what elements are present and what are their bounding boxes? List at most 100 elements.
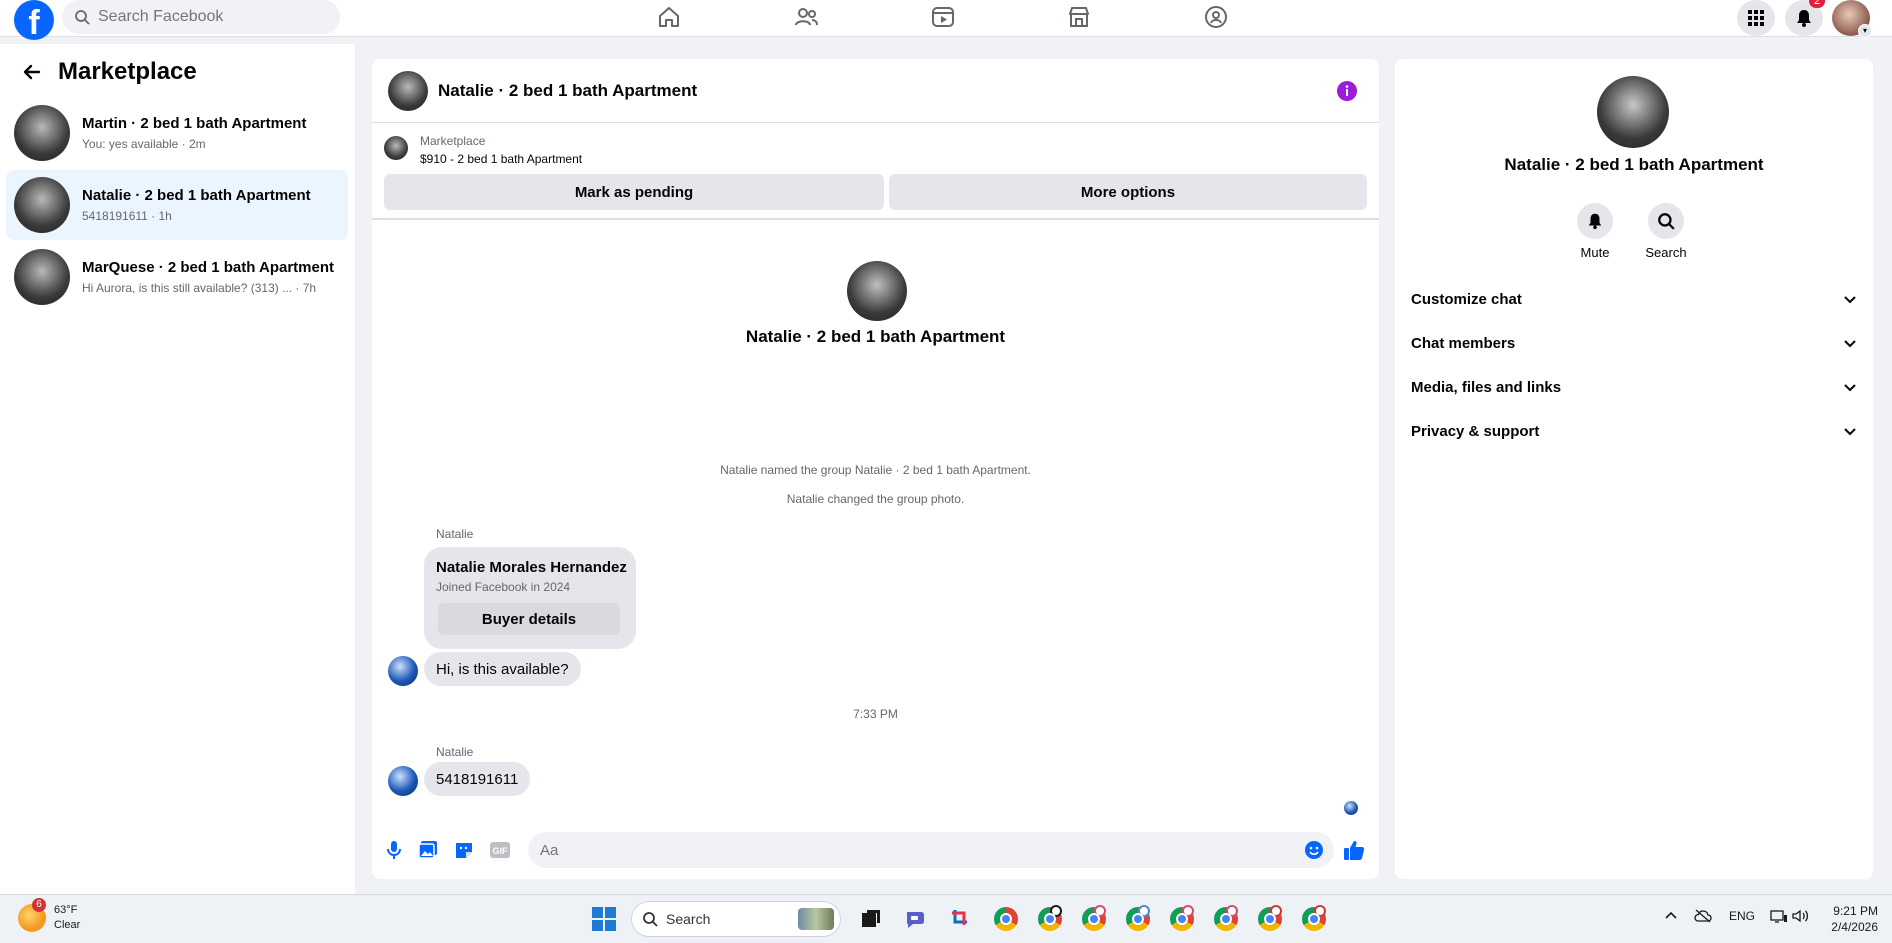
show-hidden-icons-button[interactable] <box>1664 909 1678 926</box>
marketplace-nav[interactable] <box>1059 0 1099 34</box>
task-view-icon <box>862 910 880 927</box>
system-message: Natalie named the group Natalie · 2 bed … <box>720 463 1031 477</box>
sender-avatar[interactable] <box>388 766 418 796</box>
group-photo[interactable] <box>1597 76 1669 148</box>
snipping-tool-app[interactable] <box>945 903 977 935</box>
groups-icon <box>1205 6 1227 28</box>
media-files-links-section[interactable]: Media, files and links <box>1403 367 1865 407</box>
chevron-down-icon <box>1844 340 1856 348</box>
listing-thumbnail[interactable] <box>384 136 408 160</box>
weather-icon: 6 <box>18 898 46 932</box>
network-button[interactable] <box>1770 909 1788 926</box>
voice-clip-button[interactable] <box>382 838 406 862</box>
onedrive-status[interactable] <box>1694 909 1712 926</box>
mute-label: Mute <box>1580 245 1610 260</box>
page-title: Marketplace <box>58 58 197 85</box>
sender-avatar[interactable] <box>388 656 418 686</box>
temperature: 63°F <box>54 904 78 916</box>
system-message: Natalie changed the group photo. <box>786 492 965 506</box>
more-options-button[interactable]: More options <box>889 174 1367 210</box>
chrome-profile-app[interactable] <box>1122 903 1154 935</box>
listing-price-title[interactable]: $910 - 2 bed 1 bath Apartment <box>420 152 582 166</box>
privacy-support-section[interactable]: Privacy & support <box>1403 411 1865 451</box>
chevron-down-icon <box>1844 428 1856 436</box>
chat-title[interactable]: Natalie · 2 bed 1 bath Apartment <box>438 81 697 101</box>
chat-avatar[interactable] <box>388 70 428 111</box>
chrome-profile-app[interactable] <box>1210 903 1242 935</box>
attach-photo-button[interactable] <box>416 838 440 862</box>
message-input[interactable] <box>528 832 1334 868</box>
conversation-name: Natalie · 2 bed 1 bath Apartment <box>82 187 311 204</box>
chrome-profile-app[interactable] <box>1298 903 1330 935</box>
chrome-profile-app[interactable] <box>1078 903 1110 935</box>
microphone-icon <box>387 841 401 859</box>
message-timestamp: 7:33 PM <box>853 707 898 721</box>
chevron-down-icon: ▾ <box>1858 24 1872 38</box>
taskbar-search-label: Search <box>666 911 711 927</box>
chrome-profile-app[interactable] <box>1254 903 1286 935</box>
section-label: Privacy & support <box>1411 422 1540 440</box>
listing-thumbnail <box>14 177 70 233</box>
chrome-profile-app[interactable] <box>1034 903 1066 935</box>
gif-button[interactable]: GIF <box>488 838 512 862</box>
like-button[interactable] <box>1342 838 1366 862</box>
top-navigation-bar: f 2 ▾ <box>0 0 1892 40</box>
clock-date: 2/4/2026 <box>1831 920 1878 934</box>
search-in-conversation-button[interactable]: Search <box>1636 203 1696 260</box>
teams-app[interactable] <box>900 903 932 935</box>
chrome-icon <box>1170 905 1194 931</box>
menu-button[interactable] <box>1737 0 1775 36</box>
back-button[interactable] <box>18 58 46 86</box>
conversation-item-natalie[interactable]: Natalie · 2 bed 1 bath Apartment 5418191… <box>6 170 348 240</box>
search-icon <box>75 10 90 25</box>
chat-members-section[interactable]: Chat members <box>1403 323 1865 363</box>
facebook-search-bar[interactable] <box>62 0 340 34</box>
taskbar-search[interactable]: Search <box>631 901 841 937</box>
marketplace-conversations-panel: Marketplace Martin · 2 bed 1 bath Apartm… <box>0 44 355 894</box>
chrome-profile-app[interactable] <box>1166 903 1198 935</box>
buyer-name: Natalie Morales Hernandez <box>436 559 627 576</box>
listing-source: Marketplace <box>420 134 486 148</box>
conversation-item-martin[interactable]: Martin · 2 bed 1 bath Apartment You: yes… <box>6 98 348 168</box>
chevron-down-icon <box>1844 384 1856 392</box>
message-bubble: Hi, is this available? <box>424 652 581 686</box>
task-view-button[interactable] <box>855 903 887 935</box>
conversation-info-panel: Natalie · 2 bed 1 bath Apartment Mute Se… <box>1395 59 1873 879</box>
groups-nav[interactable] <box>1196 0 1236 34</box>
chrome-icon <box>1214 905 1238 931</box>
mute-button[interactable]: Mute <box>1565 203 1625 260</box>
account-avatar[interactable]: ▾ <box>1832 0 1872 38</box>
volume-button[interactable] <box>1792 909 1810 926</box>
buyer-details-button[interactable]: Buyer details <box>438 603 620 635</box>
chrome-icon <box>1302 905 1326 931</box>
conversation-preview: You: yes available · 2m <box>82 137 206 151</box>
weather-widget[interactable]: 6 63°F Clear <box>18 898 80 933</box>
chrome-icon <box>1126 905 1150 931</box>
facebook-logo[interactable]: f <box>14 0 54 40</box>
chat-window: Natalie · 2 bed 1 bath Apartment Marketp… <box>372 59 1379 879</box>
listing-thumbnail <box>14 249 70 305</box>
info-icon[interactable] <box>1337 81 1357 101</box>
video-nav[interactable] <box>923 0 963 34</box>
search-input[interactable] <box>98 8 318 26</box>
home-nav[interactable] <box>649 0 689 34</box>
snipping-tool-icon <box>952 910 967 925</box>
message-composer: GIF <box>372 829 1379 879</box>
photo-icon <box>418 841 437 859</box>
chrome-app[interactable] <box>990 903 1022 935</box>
language-indicator[interactable]: ENG <box>1729 909 1755 923</box>
mark-as-pending-button[interactable]: Mark as pending <box>384 174 884 210</box>
conversation-item-marquese[interactable]: MarQuese · 2 bed 1 bath Apartment Hi Aur… <box>6 242 348 312</box>
grid-menu-icon <box>1748 10 1764 26</box>
search-highlight-image <box>798 908 834 930</box>
buyer-profile-card: Natalie Morales Hernandez Joined Faceboo… <box>424 547 636 649</box>
emoji-button[interactable] <box>1302 838 1326 862</box>
windows-start-button[interactable] <box>592 907 616 931</box>
read-receipt-avatar <box>1344 801 1358 815</box>
notifications-button[interactable]: 2 <box>1785 0 1825 36</box>
customize-chat-section[interactable]: Customize chat <box>1403 279 1865 319</box>
home-icon <box>659 7 679 27</box>
friends-nav[interactable] <box>786 0 826 34</box>
sticker-button[interactable] <box>452 838 476 862</box>
system-clock[interactable]: 9:21 PM 2/4/2026 <box>1822 903 1878 935</box>
